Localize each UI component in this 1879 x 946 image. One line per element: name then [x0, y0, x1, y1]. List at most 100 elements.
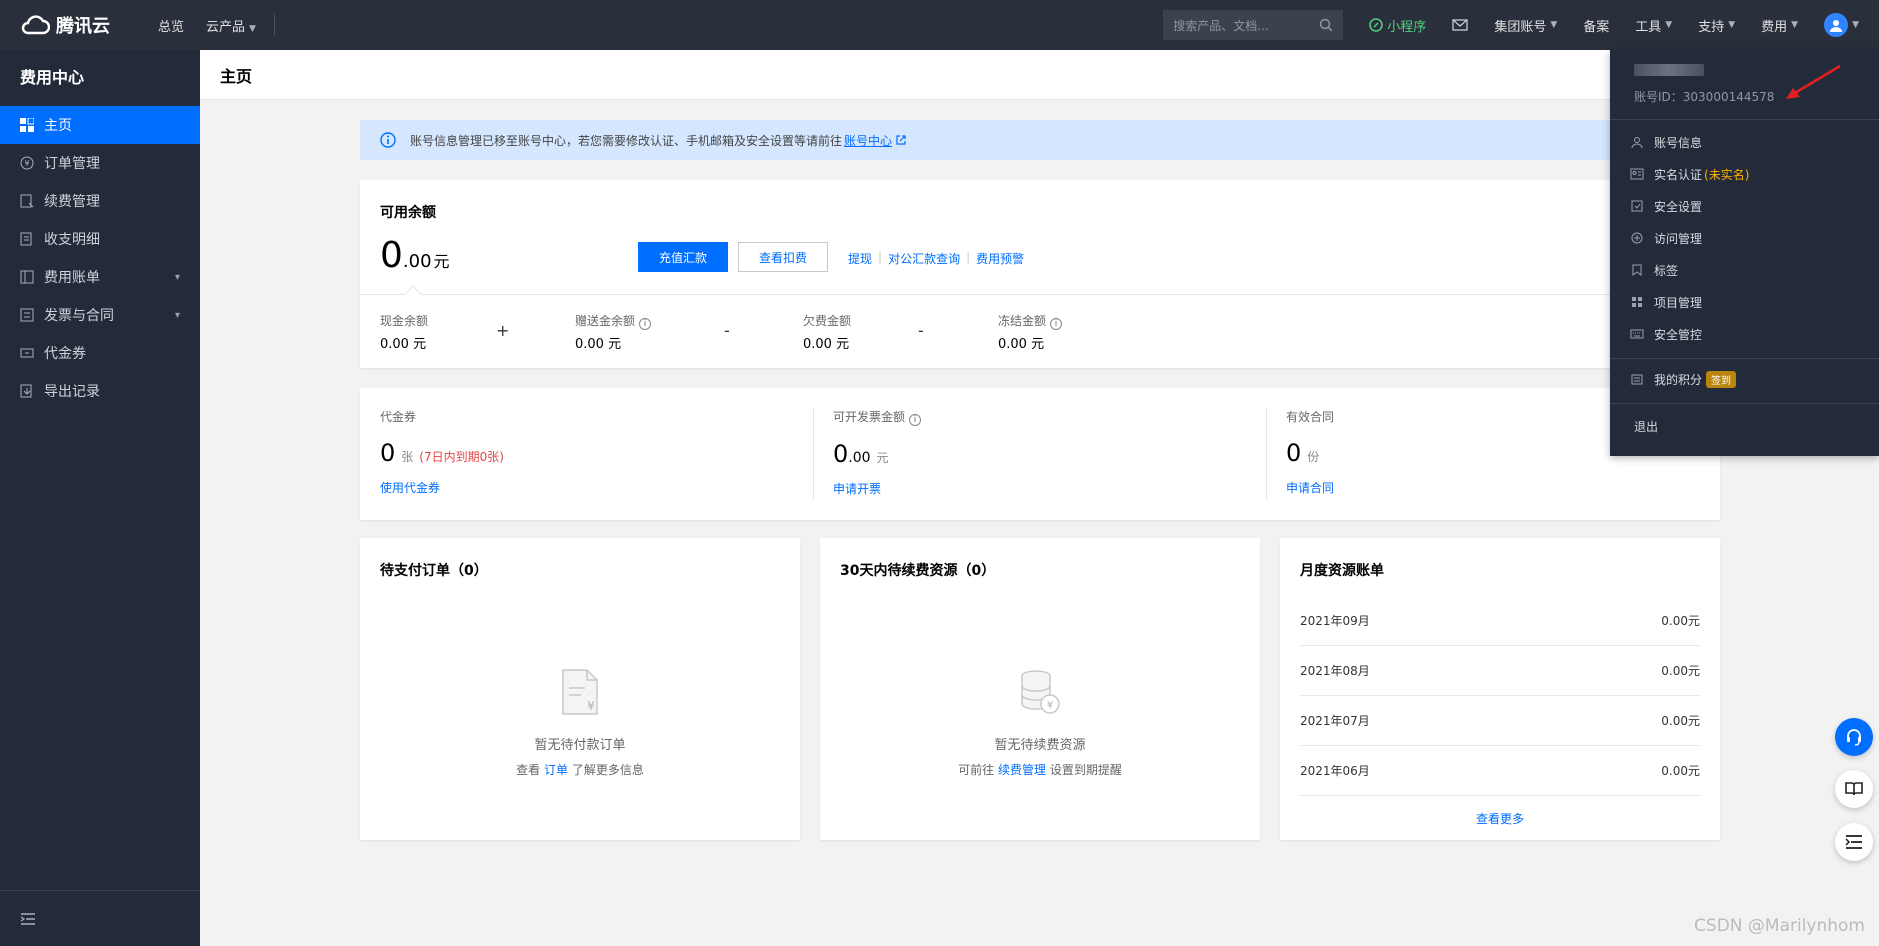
renewal-resources-panel: 30天内待续费资源（0） ¥ 暂无待续费资源 可前往 续费管理 设置到期提醒: [820, 538, 1260, 840]
subtext-prefix: 查看: [516, 763, 541, 777]
empty-subtext: 查看 订单 了解更多信息: [360, 761, 800, 778]
menu-label: 标签: [1654, 263, 1679, 278]
pending-orders-title: 待支付订单（0）: [380, 563, 488, 579]
view-deductions-button[interactable]: 查看扣费: [738, 242, 828, 272]
help-icon[interactable]: i: [909, 414, 922, 426]
minus-operator: -: [918, 321, 924, 340]
menu-tags[interactable]: 标签: [1610, 254, 1879, 286]
menu-account-info[interactable]: 账号信息: [1610, 126, 1879, 158]
menu-security-control[interactable]: 安全管控: [1610, 318, 1879, 350]
voucher-value: 0 张 (7日内到期0张): [380, 439, 793, 467]
view-more-link[interactable]: 查看更多: [1280, 810, 1720, 827]
withdraw-link[interactable]: 提现: [848, 250, 872, 267]
search-input[interactable]: 搜索产品、文档...: [1163, 10, 1344, 40]
pending-orders-empty: ¥ 暂无待付款订单 查看 订单 了解更多信息: [360, 668, 800, 778]
customer-service-button[interactable]: [1835, 718, 1873, 756]
yen-circle-icon: ¥: [20, 156, 34, 170]
collapse-sidebar-button[interactable]: [0, 890, 200, 946]
sidebar-item-label: 代金券: [44, 346, 86, 362]
mini-program-link[interactable]: 小程序: [1369, 16, 1426, 35]
search-icon[interactable]: [1319, 18, 1333, 32]
filing-link[interactable]: 备案: [1583, 16, 1609, 35]
nav-overview[interactable]: 总览: [158, 16, 184, 35]
keyboard-icon: [1630, 327, 1644, 341]
corporate-remit-query-link[interactable]: 对公汇款查询: [888, 250, 960, 267]
cost-alert-link[interactable]: 费用预警: [976, 250, 1024, 267]
sidebar-item-label: 收支明细: [44, 232, 100, 248]
bill-row[interactable]: 2021年09月 0.00元: [1300, 596, 1700, 646]
balance-amount-dec: .00: [402, 251, 432, 272]
pointer-notch: [404, 285, 422, 303]
renew-icon: [20, 194, 34, 208]
menu-access-management[interactable]: 访问管理: [1610, 222, 1879, 254]
balance-amount: 0.00 元: [380, 235, 450, 276]
account-avatar-menu[interactable]: ▼: [1824, 13, 1859, 37]
check-in-badge[interactable]: 签到: [1706, 370, 1737, 388]
external-link-icon[interactable]: [896, 135, 906, 145]
bill-row[interactable]: 2021年08月 0.00元: [1300, 646, 1700, 696]
frozen-amount-value: 0.00 元: [998, 337, 1045, 352]
account-center-link[interactable]: 账号中心: [844, 132, 892, 149]
mini-program-icon: [1369, 18, 1384, 32]
group-account-menu[interactable]: 集团账号 ▼: [1494, 16, 1557, 35]
billing-label: 费用: [1761, 19, 1788, 35]
arrears-value: 0.00 元: [803, 337, 850, 352]
menu-security-settings[interactable]: 安全设置: [1610, 190, 1879, 222]
voucher-expiry-note: (7日内到期0张): [419, 450, 504, 464]
invoice-amount-label: 可开发票金额 i: [833, 408, 1246, 426]
bill-row[interactable]: 2021年06月 0.00元: [1300, 746, 1700, 796]
frozen-amount-label: 冻结金额 i: [998, 312, 1063, 330]
sidebar-item-bills[interactable]: 费用账单 ▾: [0, 258, 200, 296]
help-icon[interactable]: i: [639, 318, 652, 330]
tencent-cloud-logo[interactable]: 腾讯云: [20, 12, 136, 38]
sidebar-item-label: 导出记录: [44, 384, 100, 400]
renewal-resources-title: 30天内待续费资源（0）: [840, 563, 996, 579]
sidebar-item-invoices[interactable]: 发票与合同 ▾: [0, 296, 200, 334]
orders-link[interactable]: 订单: [544, 763, 568, 777]
bill-amount: 0.00元: [1661, 714, 1700, 728]
nav-products[interactable]: 云产品 ▼: [206, 16, 256, 35]
bill-row[interactable]: 2021年07月 0.00元: [1300, 696, 1700, 746]
cash-balance-value: 0.00 元: [380, 337, 427, 352]
invoice-amount-stat: 可开发票金额 i 0.00 元 申请开票: [813, 388, 1266, 520]
menu-list-button[interactable]: [1835, 823, 1873, 861]
apply-invoice-link[interactable]: 申请开票: [833, 480, 1246, 497]
invoice-amount-int: 0: [833, 440, 849, 468]
sidebar-item-orders[interactable]: ¥ 订单管理: [0, 144, 200, 182]
chevron-down-icon: ▼: [249, 23, 256, 34]
chevron-down-icon: ▼: [1728, 20, 1736, 30]
renewal-management-link[interactable]: 续费管理: [998, 763, 1046, 777]
sidebar-item-renewal[interactable]: 续费管理: [0, 182, 200, 220]
recharge-button[interactable]: 充值汇款: [638, 242, 728, 272]
shield-icon: [1630, 199, 1644, 213]
menu-project-management[interactable]: 项目管理: [1610, 286, 1879, 318]
watermark: CSDN @Marilynhom: [1694, 916, 1865, 936]
menu-label: 项目管理: [1654, 295, 1703, 310]
subtext-suffix: 了解更多信息: [571, 763, 644, 777]
sidebar-item-vouchers[interactable]: 代金券: [0, 334, 200, 372]
chevron-down-icon: ▼: [1665, 20, 1673, 30]
empty-database-icon: ¥: [1021, 670, 1060, 714]
sidebar-item-label: 费用账单: [44, 270, 100, 286]
menu-logout[interactable]: 退出: [1610, 410, 1879, 442]
menu-my-points[interactable]: 我的积分 签到: [1610, 363, 1879, 395]
use-voucher-link[interactable]: 使用代金券: [380, 479, 793, 496]
invoice-amount-text: 可开发票金额: [833, 410, 906, 424]
headset-icon: [1847, 729, 1861, 746]
blurred-account-name: [1634, 64, 1704, 76]
balance-unit: 元: [433, 252, 450, 271]
unverified-tag: (未实名): [1704, 167, 1750, 182]
sidebar-item-exports[interactable]: 导出记录: [0, 372, 200, 410]
sidebar-item-home[interactable]: 主页: [0, 106, 200, 144]
support-menu[interactable]: 支持 ▼: [1698, 16, 1735, 35]
help-icon[interactable]: i: [1050, 318, 1063, 330]
subtext-prefix: 可前往: [958, 763, 995, 777]
menu-real-name-auth[interactable]: 实名认证 (未实名): [1610, 158, 1879, 190]
tools-menu[interactable]: 工具 ▼: [1635, 16, 1672, 35]
points-icon: [1630, 372, 1644, 386]
apply-contract-link[interactable]: 申请合同: [1286, 479, 1700, 496]
docs-button[interactable]: [1835, 770, 1873, 808]
mail-icon[interactable]: [1452, 19, 1468, 31]
billing-menu[interactable]: 费用 ▼: [1761, 16, 1798, 35]
sidebar-item-transactions[interactable]: 收支明细: [0, 220, 200, 258]
